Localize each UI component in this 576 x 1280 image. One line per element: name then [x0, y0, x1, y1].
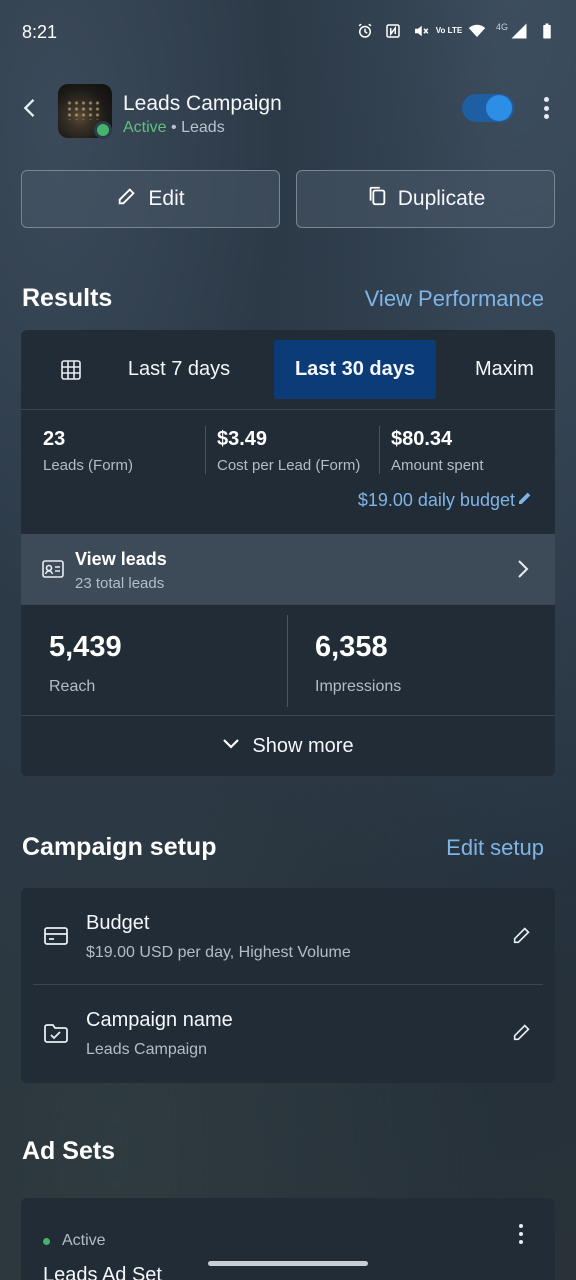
show-more-label: Show more: [252, 734, 354, 757]
tab-last-7-days[interactable]: Last 7 days: [103, 340, 255, 399]
metric-impressions: 6,358 Impressions: [315, 631, 401, 696]
pencil-icon: [116, 185, 138, 213]
setup-row-budget[interactable]: Budget $19.00 USD per day, Highest Volum…: [33, 888, 543, 985]
chevron-down-icon: [222, 734, 240, 758]
back-arrow-icon[interactable]: [16, 94, 44, 122]
metric-value: $80.34: [391, 428, 453, 450]
subtitle-separator: •: [171, 119, 177, 136]
status-icons: Vo LTE 4G: [356, 22, 556, 40]
edit-button-label: Edit: [148, 187, 185, 210]
divider: [379, 426, 380, 474]
metric-value: 6,358: [315, 631, 388, 663]
view-leads-subtitle: 23 total leads: [75, 575, 165, 592]
ad-set-name: Leads Ad Set: [43, 1264, 162, 1280]
mute-icon: [412, 22, 430, 40]
metric-label: Cost per Lead (Form): [217, 457, 361, 474]
view-leads-title: View leads: [75, 549, 167, 569]
campaign-setup-title: Campaign setup: [22, 833, 217, 861]
chevron-right-icon: [515, 558, 531, 580]
setup-row-title: Campaign name: [86, 1009, 233, 1031]
setup-row-title: Budget: [86, 912, 150, 934]
campaign-type: Leads: [181, 119, 225, 136]
metric-value: $3.49: [217, 428, 268, 450]
metric-cost-per-lead: $3.49 Cost per Lead (Form): [217, 428, 360, 474]
date-range-tabs: Last 7 days Last 30 days Maxim: [21, 330, 555, 410]
metric-label: Impressions: [315, 678, 402, 695]
pencil-icon[interactable]: [511, 1021, 533, 1043]
nfc-icon: [384, 22, 402, 40]
metric-label: Leads (Form): [43, 457, 134, 474]
metric-reach: 5,439 Reach: [49, 631, 122, 696]
view-leads-row[interactable]: View leads 23 total leads: [21, 534, 555, 604]
pencil-icon: [517, 490, 533, 511]
ad-set-card[interactable]: Active Leads Ad Set: [21, 1198, 555, 1280]
metric-value: 5,439: [49, 631, 122, 663]
campaign-title: Leads Campaign: [123, 92, 282, 115]
pencil-icon[interactable]: [511, 924, 533, 946]
setup-row-campaign-name[interactable]: Campaign name Leads Campaign: [21, 985, 555, 1082]
campaign-status: Active: [123, 119, 167, 136]
view-performance-link[interactable]: View Performance: [365, 286, 544, 312]
reach-impressions-row: 5,439 Reach 6,358 Impressions: [21, 604, 555, 716]
metric-value: 23: [43, 428, 66, 450]
divider: [205, 426, 206, 474]
more-options-icon[interactable]: [536, 94, 556, 122]
battery-icon: [538, 22, 556, 40]
metric-amount-spent: $80.34 Amount spent: [391, 428, 484, 474]
campaign-subtitle: Active • Leads: [123, 119, 225, 137]
tab-maximum[interactable]: Maxim: [461, 340, 555, 399]
active-status-dot: [94, 121, 112, 139]
ad-sets-title: Ad Sets: [22, 1137, 116, 1165]
alarm-icon: [356, 22, 374, 40]
folder-check-icon: [43, 1021, 69, 1045]
wifi-icon: [468, 22, 486, 40]
calendar-grid-icon[interactable]: [59, 358, 83, 382]
metric-leads: 23 Leads (Form): [43, 428, 133, 474]
volte-icon: Vo LTE: [435, 26, 463, 35]
contact-card-icon: [41, 558, 65, 580]
duplicate-button-label: Duplicate: [397, 187, 486, 210]
setup-row-subtitle: Leads Campaign: [86, 1041, 207, 1058]
edit-button[interactable]: Edit: [21, 170, 280, 228]
campaign-toggle[interactable]: [462, 94, 514, 122]
daily-budget-text: $19.00 daily budget: [357, 490, 515, 510]
home-indicator[interactable]: [208, 1261, 368, 1266]
setup-row-subtitle: $19.00 USD per day, Highest Volume: [86, 944, 351, 961]
edit-setup-link[interactable]: Edit setup: [446, 835, 544, 861]
results-title: Results: [22, 284, 113, 312]
signal-icon: [510, 22, 528, 40]
network-type: 4G: [495, 22, 508, 32]
results-card: Last 7 days Last 30 days Maxim 23 Leads …: [21, 330, 555, 776]
more-options-icon[interactable]: [519, 1224, 525, 1244]
daily-budget-link[interactable]: $19.00 daily budget: [358, 490, 533, 511]
tab-last-30-days[interactable]: Last 30 days: [274, 340, 436, 399]
metric-label: Reach: [49, 678, 96, 695]
status-time: 8:21: [22, 22, 58, 42]
credit-card-icon: [43, 924, 69, 948]
duplicate-icon: [366, 185, 388, 213]
metric-label: Amount spent: [391, 457, 484, 474]
duplicate-button[interactable]: Duplicate: [296, 170, 555, 228]
active-status-dot: [43, 1238, 50, 1245]
ad-set-status: Active: [62, 1232, 106, 1249]
divider: [287, 615, 288, 707]
campaign-setup-card: Budget $19.00 USD per day, Highest Volum…: [21, 888, 555, 1083]
show-more-button[interactable]: Show more: [21, 716, 555, 776]
